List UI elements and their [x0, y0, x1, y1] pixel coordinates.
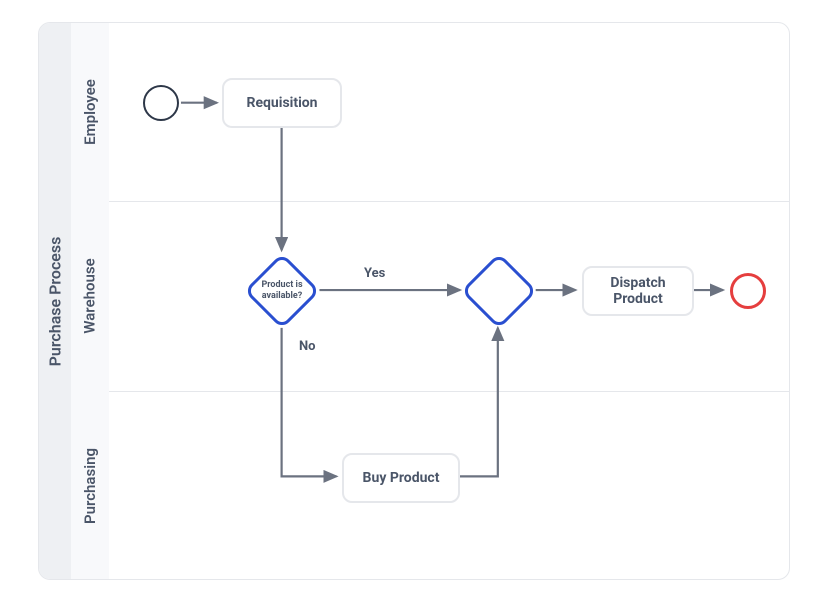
- lane-label-warehouse: Warehouse: [81, 258, 99, 333]
- start-event[interactable]: [143, 85, 179, 121]
- task-buy-product-label: Buy Product: [363, 470, 440, 486]
- end-event[interactable]: [730, 273, 766, 309]
- gateway-merge[interactable]: [461, 253, 537, 329]
- task-requisition-label: Requisition: [246, 95, 317, 111]
- task-dispatch-label: Dispatch Product: [594, 275, 682, 307]
- lane-label-warehouse-cell: Warehouse: [71, 201, 109, 391]
- lanes-area: Requisition Product is available? Dispat…: [109, 23, 789, 579]
- lane-divider-1: [109, 201, 789, 202]
- lane-labels-strip: Employee Warehouse Purchasing: [71, 23, 109, 579]
- lane-label-employee-cell: Employee: [71, 23, 109, 201]
- edge-label-yes: Yes: [364, 266, 385, 281]
- task-requisition[interactable]: Requisition: [222, 78, 342, 128]
- pool-frame: Purchase Process Employee Warehouse Purc…: [38, 22, 790, 580]
- task-dispatch[interactable]: Dispatch Product: [582, 266, 694, 316]
- lane-label-purchasing-cell: Purchasing: [71, 391, 109, 580]
- task-buy-product[interactable]: Buy Product: [342, 453, 460, 503]
- lane-label-employee: Employee: [81, 79, 99, 145]
- lane-divider-2: [109, 391, 789, 392]
- pool-label-strip: Purchase Process: [39, 23, 71, 579]
- pool-label: Purchase Process: [46, 236, 65, 366]
- lane-label-purchasing: Purchasing: [81, 448, 99, 524]
- edge-label-no: No: [299, 339, 316, 354]
- gateway-product-available-label: Product is available?: [247, 280, 317, 302]
